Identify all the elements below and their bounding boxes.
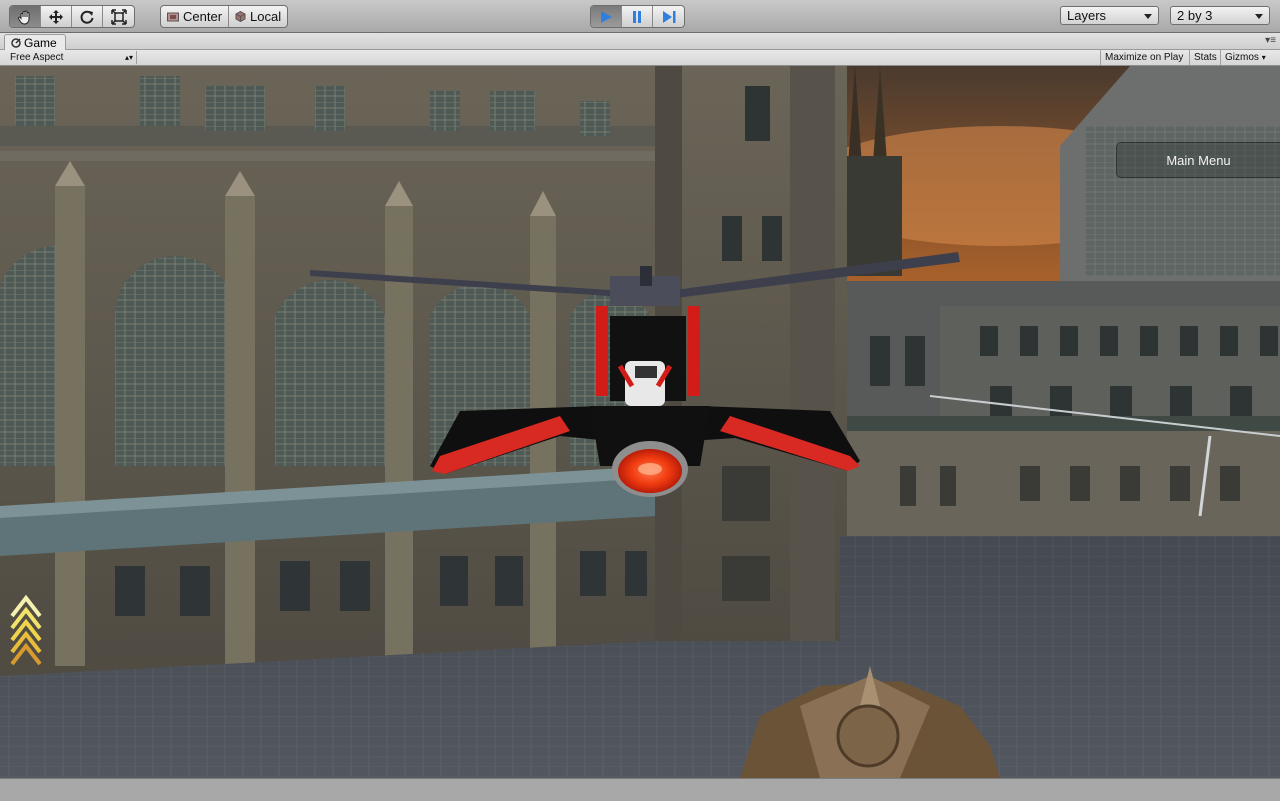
aspect-dropdown[interactable]: Free Aspect ▴▾ — [6, 51, 137, 64]
chevron-down-icon: ▾ — [1261, 53, 1266, 62]
chevron-down-icon — [1144, 14, 1152, 19]
playback-controls — [590, 5, 685, 28]
stats-label: Stats — [1194, 52, 1217, 63]
layers-dropdown[interactable]: Layers — [1060, 6, 1159, 25]
game-viewport[interactable]: Main Menu — [0, 66, 1280, 778]
game-tab-icon — [11, 37, 21, 48]
pivot-rotation-button[interactable]: Local — [229, 6, 287, 27]
move-tool-button[interactable] — [41, 6, 72, 27]
scale-tool-button[interactable] — [103, 6, 134, 27]
play-icon — [601, 10, 612, 23]
pause-button[interactable] — [622, 6, 653, 27]
maximize-on-play-toggle[interactable]: Maximize on Play — [1100, 50, 1187, 65]
chevron-down-icon — [1255, 14, 1263, 19]
layout-label: 2 by 3 — [1177, 8, 1213, 23]
maximize-label: Maximize on Play — [1105, 52, 1184, 63]
pivot-center-icon — [167, 12, 179, 21]
pivot-toggles: Center Local — [160, 5, 289, 28]
scale-icon — [110, 8, 127, 25]
tab-menu-icon[interactable]: ▾≡ — [1265, 35, 1276, 46]
step-forward-icon — [662, 10, 675, 23]
status-bar — [0, 778, 1280, 801]
layers-label: Layers — [1067, 8, 1107, 23]
local-cube-icon — [235, 11, 246, 22]
rotate-tool-button[interactable] — [72, 6, 103, 27]
step-button[interactable] — [653, 6, 684, 27]
updown-arrow-icon: ▴▾ — [124, 53, 133, 62]
pivot-mode-label: Center — [183, 9, 223, 24]
transform-tools — [9, 5, 135, 28]
pivot-mode-button[interactable]: Center — [161, 6, 230, 27]
gizmos-dropdown[interactable]: Gizmos ▾ — [1220, 50, 1270, 65]
play-button[interactable] — [591, 6, 622, 27]
aspect-label: Free Aspect — [10, 52, 64, 63]
layout-dropdown[interactable]: 2 by 3 — [1170, 6, 1270, 25]
main-menu-label: Main Menu — [1166, 152, 1231, 168]
tab-game[interactable]: Game — [4, 34, 66, 50]
pivot-rotation-label: Local — [250, 9, 282, 24]
game-tab-bar: Game ▾≡ — [0, 33, 1280, 50]
game-scene — [0, 66, 1280, 778]
hand-icon — [17, 10, 30, 25]
move-icon — [49, 9, 63, 24]
main-toolbar: Center Local Layers 2 by 3 — [0, 0, 1280, 33]
gizmos-label: Gizmos — [1225, 52, 1259, 63]
main-menu-button[interactable]: Main Menu — [1116, 142, 1280, 178]
pause-icon — [633, 10, 641, 23]
tab-title: Game — [24, 35, 57, 50]
rotate-icon — [80, 10, 94, 24]
game-view-toolbar: Free Aspect ▴▾ Maximize on Play Stats Gi… — [0, 50, 1280, 66]
stats-toggle[interactable]: Stats — [1189, 50, 1221, 65]
hand-tool-button[interactable] — [10, 6, 41, 27]
